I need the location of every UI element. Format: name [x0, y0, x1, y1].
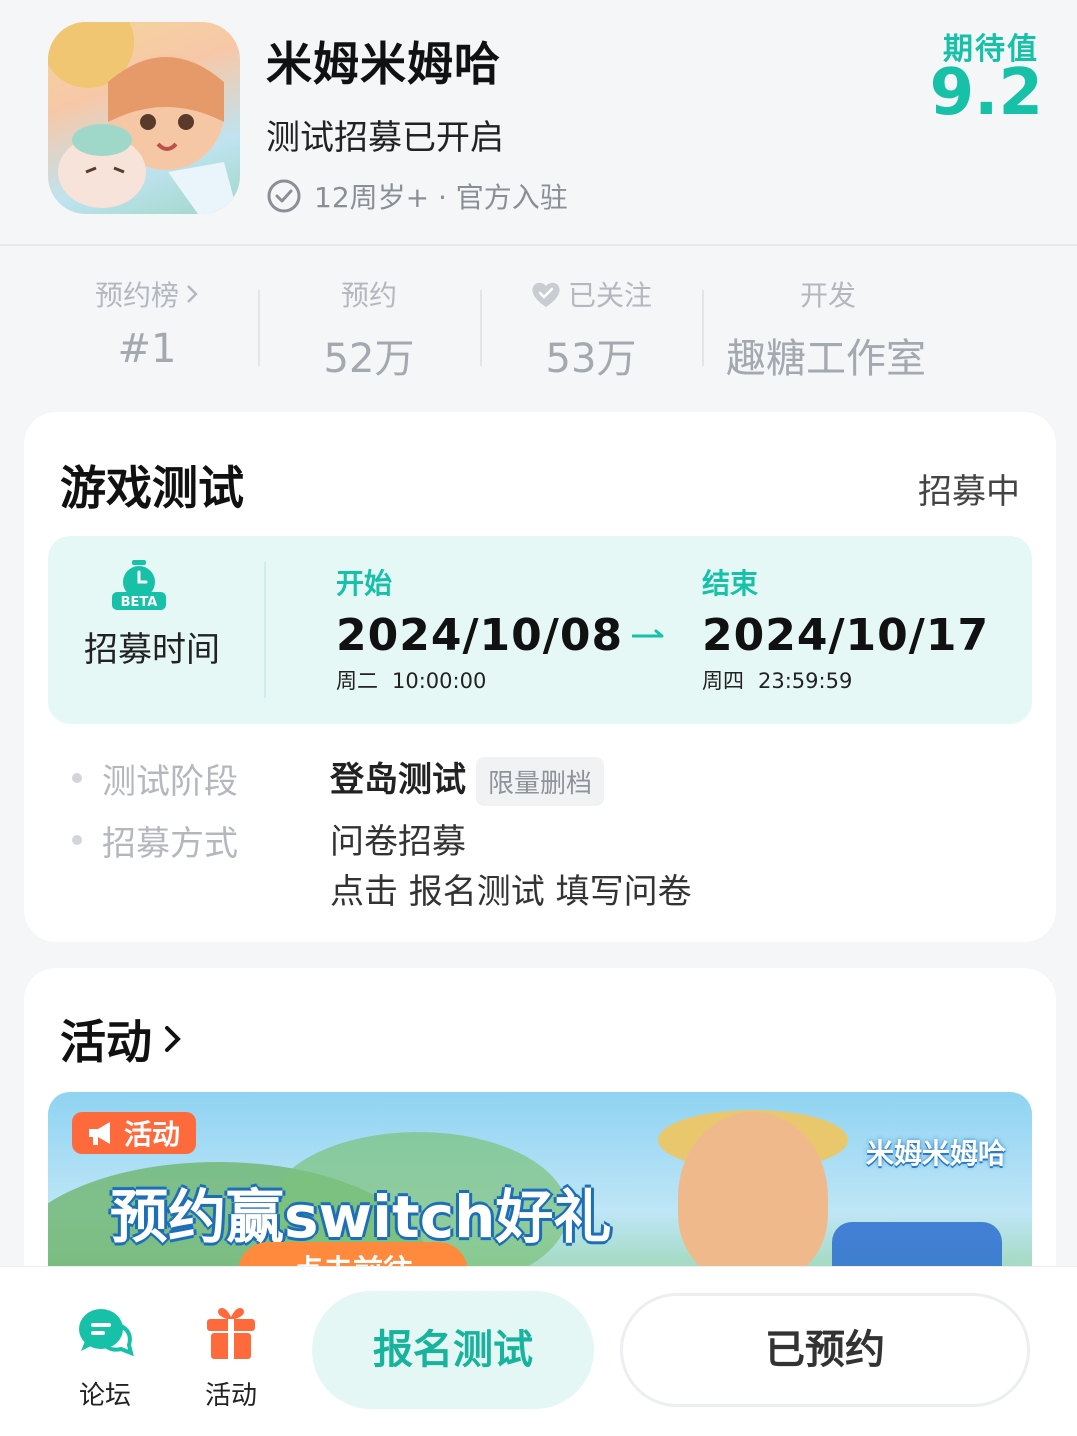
activity-nav[interactable]: 活动: [186, 1303, 276, 1412]
stat-rank-label: 预约榜: [94, 279, 179, 312]
beta-timer-icon: BETA: [112, 560, 166, 610]
stat-reservations: 预约 52万: [258, 272, 480, 382]
recruit-divider: [264, 562, 266, 698]
stat-developer-value: 趣糖工作室: [726, 336, 926, 382]
stat-reservations-value: 52万: [323, 336, 415, 382]
test-phase-row: 测试阶段 登岛测试 限量删档: [72, 752, 605, 806]
banner-art: [678, 1112, 828, 1282]
bullet-dot: [72, 835, 82, 845]
beta-text: BETA: [121, 595, 158, 610]
recruit-method-row: 招募方式 问卷招募: [72, 814, 466, 865]
stat-reservations-label: 预约: [340, 279, 397, 312]
test-phase-value: 登岛测试: [330, 760, 466, 800]
signup-test-button[interactable]: 报名测试: [312, 1291, 594, 1409]
heart-check-icon: [532, 282, 560, 307]
game-detail-page: 米姆米姆哈 测试招募已开启 12周岁+ · 官方入驻 期待值 9.2 预约榜 #…: [0, 0, 1077, 1436]
test-phase-key: 测试阶段: [102, 761, 238, 802]
banner-tag-text: 活动: [124, 1118, 181, 1151]
chevron-right-icon: [165, 1026, 181, 1052]
phase-tag: 限量删档: [476, 757, 605, 806]
recruit-time-label: 招募时间: [84, 630, 220, 670]
chevron-right-icon: [187, 285, 198, 303]
start-date: 2024/10/08: [336, 610, 624, 661]
activity-header[interactable]: 活动: [60, 1006, 184, 1072]
end-label: 结束: [702, 567, 759, 600]
recruit-time-box: BETA 招募时间 开始 2024/10/08 周二 10:00:00 结束 20…: [48, 536, 1032, 724]
game-test-title: 游戏测试: [60, 461, 244, 515]
game-test-card: 游戏测试 招募中 BETA 招募时间 开始 2024/10/08 周二 10:00…: [24, 412, 1056, 942]
stat-followed-value: 53万: [545, 336, 637, 382]
game-app-icon: [48, 22, 240, 214]
forum-nav[interactable]: 论坛: [60, 1303, 150, 1412]
game-meta: 12周岁+ · 官方入驻: [266, 176, 568, 216]
verified-check-icon: [267, 179, 301, 213]
end-weekday: 周四: [702, 669, 744, 693]
start-time: 开始 2024/10/08 周二 10:00:00: [336, 562, 623, 695]
recruit-hint: 点击 报名测试 填写问卷: [330, 872, 692, 912]
age-and-official-text: 12周岁+ · 官方入驻: [314, 181, 568, 214]
recruit-method-key: 招募方式: [102, 823, 238, 864]
stat-developer-label: 开发: [800, 279, 857, 312]
recruit-status: 招募中: [918, 472, 1020, 512]
expectation-score: 9.2: [929, 56, 1043, 130]
stat-followed[interactable]: 已关注 53万: [480, 272, 702, 382]
game-title: 米姆米姆哈: [266, 37, 501, 91]
chat-bubble-icon: [79, 1309, 134, 1357]
end-date: 2024/10/17: [702, 610, 990, 661]
arrow-right-icon: [632, 629, 664, 638]
gift-icon: [207, 1308, 255, 1359]
start-label: 开始: [336, 567, 393, 600]
stat-rank[interactable]: 预约榜 #1: [36, 272, 258, 382]
end-time: 结束 2024/10/17 周四 23:59:59: [702, 562, 989, 695]
activity-label: 活动: [204, 1381, 257, 1411]
bottom-action-bar: 论坛 活动 报名测试 已预约: [0, 1266, 1077, 1436]
stat-rank-value: #1: [117, 326, 177, 372]
reserved-button[interactable]: 已预约: [620, 1293, 1030, 1407]
stat-followed-label: 已关注: [567, 279, 652, 312]
start-clock: 10:00:00: [392, 669, 487, 693]
activity-title: 活动: [60, 1015, 152, 1069]
banner-activity-tag: 活动: [72, 1112, 197, 1154]
bullet-dot: [72, 773, 82, 783]
start-weekday: 周二: [336, 669, 378, 693]
game-header: 米姆米姆哈 测试招募已开启 12周岁+ · 官方入驻 期待值 9.2: [0, 0, 1077, 246]
game-subtitle: 测试招募已开启: [266, 118, 504, 158]
end-clock: 23:59:59: [758, 669, 853, 693]
game-stats-row: 预约榜 #1 预约 52万 已关注 53万 开发 趣糖工作室: [36, 272, 1046, 382]
forum-label: 论坛: [78, 1381, 131, 1411]
megaphone-icon: [89, 1122, 110, 1145]
banner-game-logo: 米姆米姆哈: [865, 1137, 1006, 1170]
stat-developer[interactable]: 开发 趣糖工作室: [702, 272, 1002, 382]
recruit-method-value: 问卷招募: [330, 822, 466, 862]
